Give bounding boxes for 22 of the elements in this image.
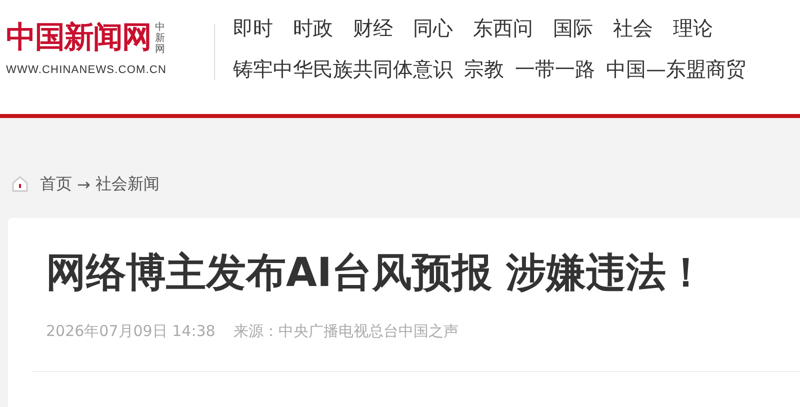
nav-link[interactable]: 宗教: [464, 55, 504, 83]
home-icon: [11, 175, 29, 193]
breadcrumb-separator: →: [77, 174, 90, 194]
nav-link[interactable]: 东西问: [473, 14, 533, 42]
publish-date: 2026年07月09日 14:38: [46, 322, 216, 340]
nav-link[interactable]: 一带一路: [515, 55, 595, 83]
nav-link[interactable]: 时政: [293, 14, 333, 42]
nav-link[interactable]: 铸牢中华民族共同体意识: [233, 55, 453, 83]
nav-link[interactable]: 社会: [613, 14, 653, 42]
breadcrumb-link[interactable]: 社会新闻: [95, 174, 160, 194]
nav-link[interactable]: 同心: [413, 14, 453, 42]
breadcrumb-link[interactable]: 首页: [40, 174, 72, 194]
logo-url: WWW.CHINANEWS.COM.CN: [6, 64, 168, 76]
logo-short-name: 中新网: [155, 22, 165, 54]
nav-link[interactable]: 财经: [353, 14, 393, 42]
article-title: 网络博主发布AI台风预报 涉嫌违法！: [46, 249, 707, 298]
nav-link[interactable]: 即时: [233, 14, 273, 42]
nav-link[interactable]: 国际: [553, 14, 593, 42]
logo-wordmark[interactable]: 中国新闻网: [6, 18, 151, 58]
nav-link[interactable]: 中国—东盟商贸: [606, 55, 746, 83]
article-source: 来源：中央广播电视总台中国之声: [233, 322, 458, 340]
nav-link[interactable]: 理论: [673, 14, 713, 42]
